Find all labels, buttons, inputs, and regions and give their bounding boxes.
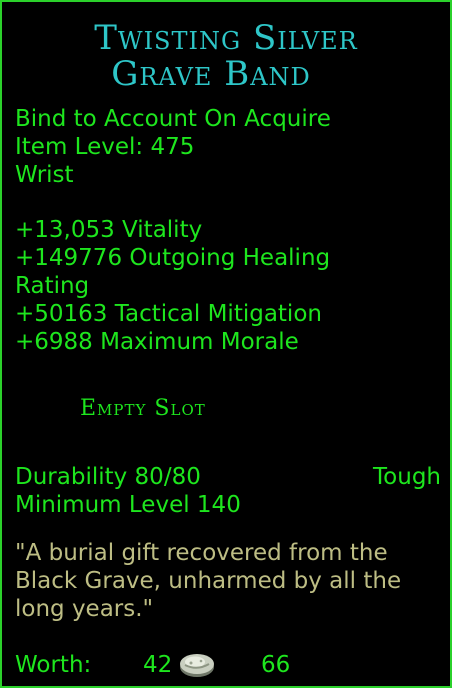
durability-row: Durability 80/80 Tough	[15, 463, 441, 491]
minimum-level: Minimum Level 140	[15, 492, 241, 518]
flavor-line-3: long years."	[15, 596, 154, 622]
item-name-line-2: Grave Band	[111, 54, 311, 94]
silver-coin-icon	[180, 654, 214, 677]
stat-outgoing-healing: +149776 Outgoing Healing Rating	[15, 245, 331, 299]
durability-value: Durability 80/80	[15, 464, 201, 490]
worth-silver: 42	[143, 652, 173, 678]
flavor-line-1: "A burial gift recovered from the	[15, 540, 388, 566]
empty-essence-slot: Empty Slot	[80, 396, 206, 421]
item-tooltip: Twisting Silver Grave Band Bind to Accou…	[0, 0, 452, 688]
durability-type: Tough	[373, 464, 441, 490]
worth-label: Worth:	[15, 652, 92, 678]
bind-text: Bind to Account On Acquire	[15, 106, 331, 132]
item-level: Item Level: 475	[15, 134, 195, 160]
item-info: Bind to Account On Acquire Item Level: 4…	[15, 105, 441, 189]
stat-maximum-morale: +6988 Maximum Morale	[15, 329, 299, 355]
item-name: Twisting Silver Grave Band	[2, 20, 450, 92]
item-stats: +13,053 Vitality +149776 Outgoing Healin…	[15, 216, 441, 356]
stat-vitality: +13,053 Vitality	[15, 217, 203, 243]
worth-row: Worth: 42 66	[15, 651, 441, 679]
item-name-line-1: Twisting Silver	[94, 18, 358, 58]
stat-tactical-mitigation: +50163 Tactical Mitigation	[15, 301, 322, 327]
flavor-text: "A burial gift recovered from the Black …	[15, 539, 445, 623]
worth-copper: 66	[261, 652, 291, 678]
flavor-line-2: Black Grave, unharmed by all the	[15, 568, 402, 594]
item-slot-type: Wrist	[15, 162, 74, 188]
